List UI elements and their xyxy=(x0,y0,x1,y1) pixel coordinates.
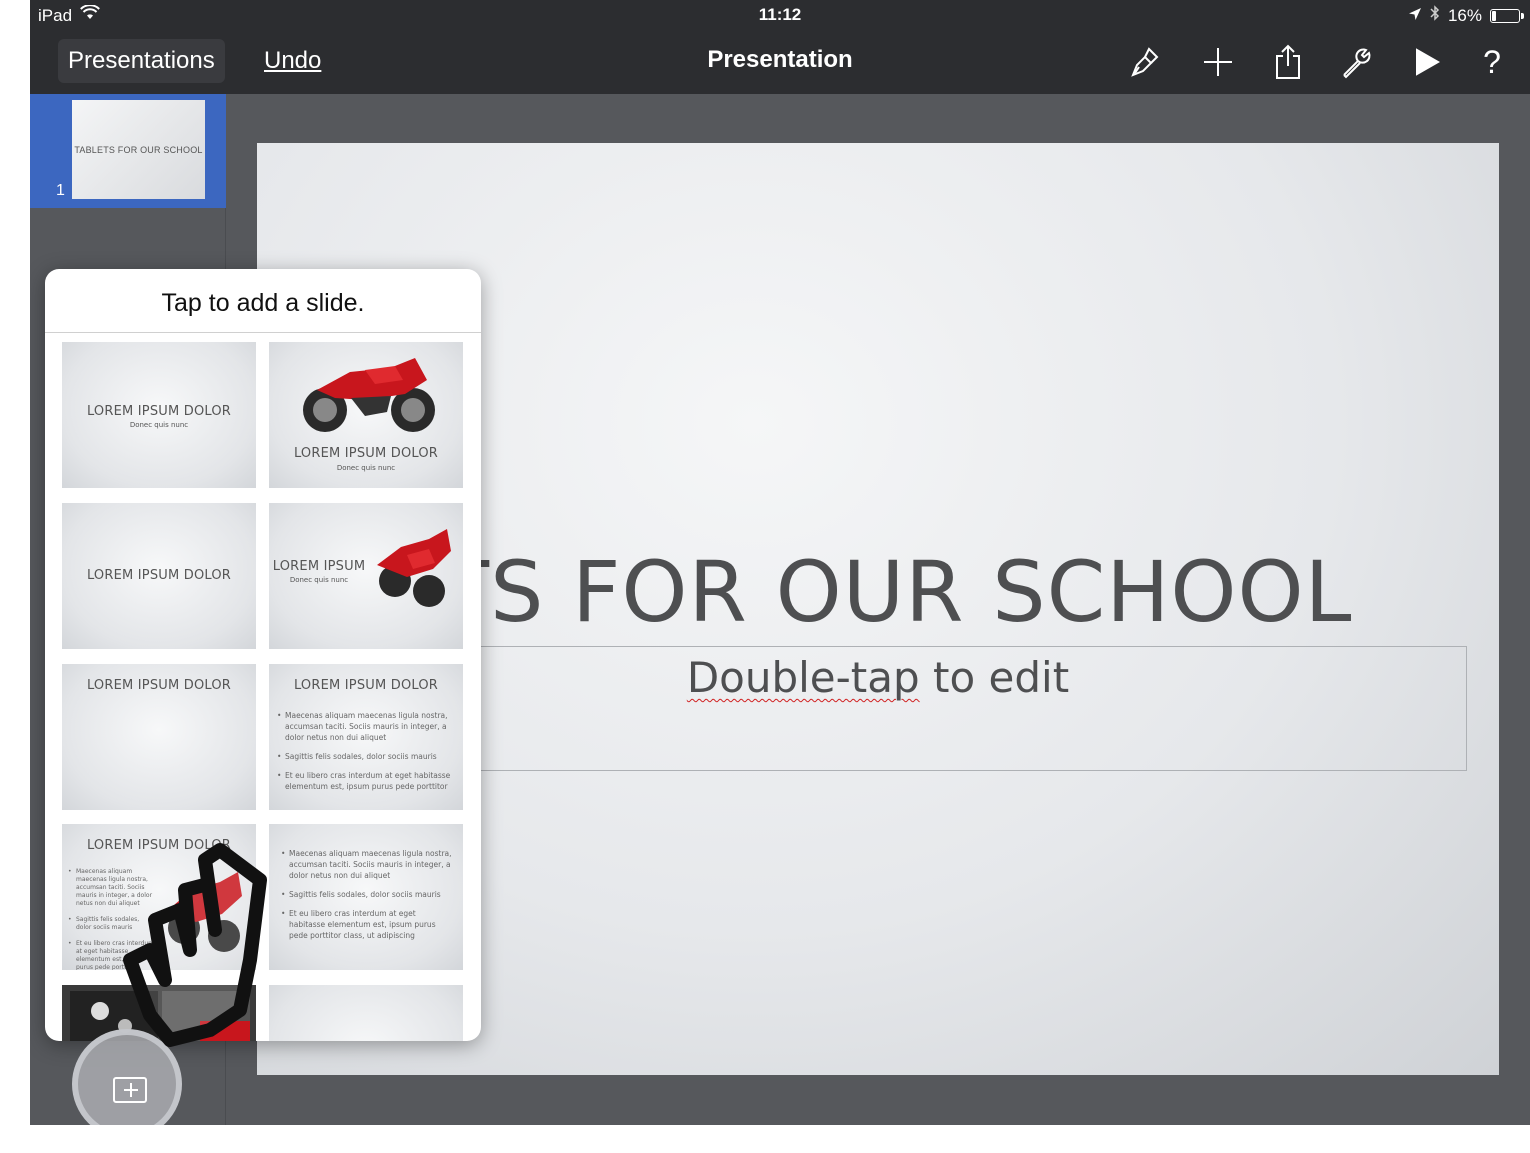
layout-title-only[interactable]: LOREM IPSUM DOLOR xyxy=(62,503,256,649)
layout-title-text: LOREM IPSUM DOLOR xyxy=(86,404,232,419)
bullet-list: Maecenas aliquam maecenas ligula nostra,… xyxy=(281,848,453,949)
motorcycle-image xyxy=(303,358,435,432)
layout-title-bullets[interactable]: LOREM IPSUM DOLOR Maecenas aliquam maece… xyxy=(269,664,463,810)
bullet-item: Maecenas aliquam maecenas ligula nostra,… xyxy=(281,848,453,881)
navigator-slide-1[interactable]: 1 TABLETS FOR OUR SCHOOL xyxy=(30,94,226,208)
layout-subtitle-text: Donec quis nunc xyxy=(129,421,189,429)
slide-thumbnail[interactable]: TABLETS FOR OUR SCHOOL xyxy=(72,100,205,199)
motorcycle-image xyxy=(377,529,451,607)
bullet-item: Et eu libero cras interdum at eget habit… xyxy=(281,908,453,941)
presentations-button[interactable]: Presentations xyxy=(58,39,225,83)
plus-icon[interactable] xyxy=(1198,42,1238,82)
battery-icon xyxy=(1490,8,1524,23)
wrench-icon[interactable] xyxy=(1337,42,1377,82)
play-icon[interactable] xyxy=(1406,42,1446,82)
slide-number: 1 xyxy=(56,182,65,199)
layout-title[interactable]: LOREM IPSUM DOLOR Donec quis nunc xyxy=(62,342,256,488)
layout-title-top[interactable]: LOREM IPSUM DOLOR xyxy=(62,664,256,810)
status-time: 11:12 xyxy=(758,5,802,24)
battery-fill xyxy=(1492,10,1496,21)
layout-title-photo-side[interactable]: LOREM IPSUM Donec quis nunc xyxy=(269,503,463,649)
bullet-item: Maecenas aliquam maecenas ligula nostra,… xyxy=(277,710,457,743)
bullet-list: Maecenas aliquam maecenas ligula nostra,… xyxy=(277,710,457,800)
bullet-item: Sagittis felis sodales, dolor sociis mau… xyxy=(281,889,453,900)
popover-header: Tap to add a slide. xyxy=(45,269,481,333)
paintbrush-icon[interactable] xyxy=(1124,42,1164,82)
hand-pointer-icon xyxy=(123,843,267,1047)
bluetooth-icon xyxy=(1430,5,1440,26)
bullet-item: Et eu libero cras interdum at eget habit… xyxy=(277,770,457,792)
layout-title-text: LOREM IPSUM xyxy=(272,559,366,574)
slide-thumbnail-title: TABLETS FOR OUR SCHOOL xyxy=(74,144,203,155)
help-icon[interactable]: ? xyxy=(1472,42,1512,82)
ipad-screen: iPad 11:12 16% Presentations Undo Presen… xyxy=(30,0,1530,1125)
add-slide-icon xyxy=(113,1077,147,1103)
layout-subtitle-text: Donec quis nunc xyxy=(336,464,396,472)
location-arrow-icon xyxy=(1408,6,1422,26)
layout-title-text: LOREM IPSUM DOLOR xyxy=(86,568,232,583)
layout-title-text: LOREM IPSUM DOLOR xyxy=(293,446,439,461)
share-icon[interactable] xyxy=(1268,42,1308,82)
toolbar: Presentations Undo Presentation ? xyxy=(30,30,1530,94)
subtitle-misspelled-word: Double-tap xyxy=(686,653,920,702)
layout-photo-title[interactable]: LOREM IPSUM DOLOR Donec quis nunc xyxy=(269,342,463,488)
subtitle-rest: to edit xyxy=(919,653,1070,702)
status-bar: iPad 11:12 16% xyxy=(30,0,1530,30)
battery-percent: 16% xyxy=(1447,5,1482,25)
layout-title-text: LOREM IPSUM DOLOR xyxy=(293,678,439,693)
undo-button[interactable]: Undo xyxy=(264,47,321,75)
bullet-item: Sagittis felis sodales, dolor sociis mau… xyxy=(277,751,457,762)
layout-subtitle-text: Donec quis nunc xyxy=(289,576,349,584)
layout-title-text: LOREM IPSUM DOLOR xyxy=(86,678,232,693)
